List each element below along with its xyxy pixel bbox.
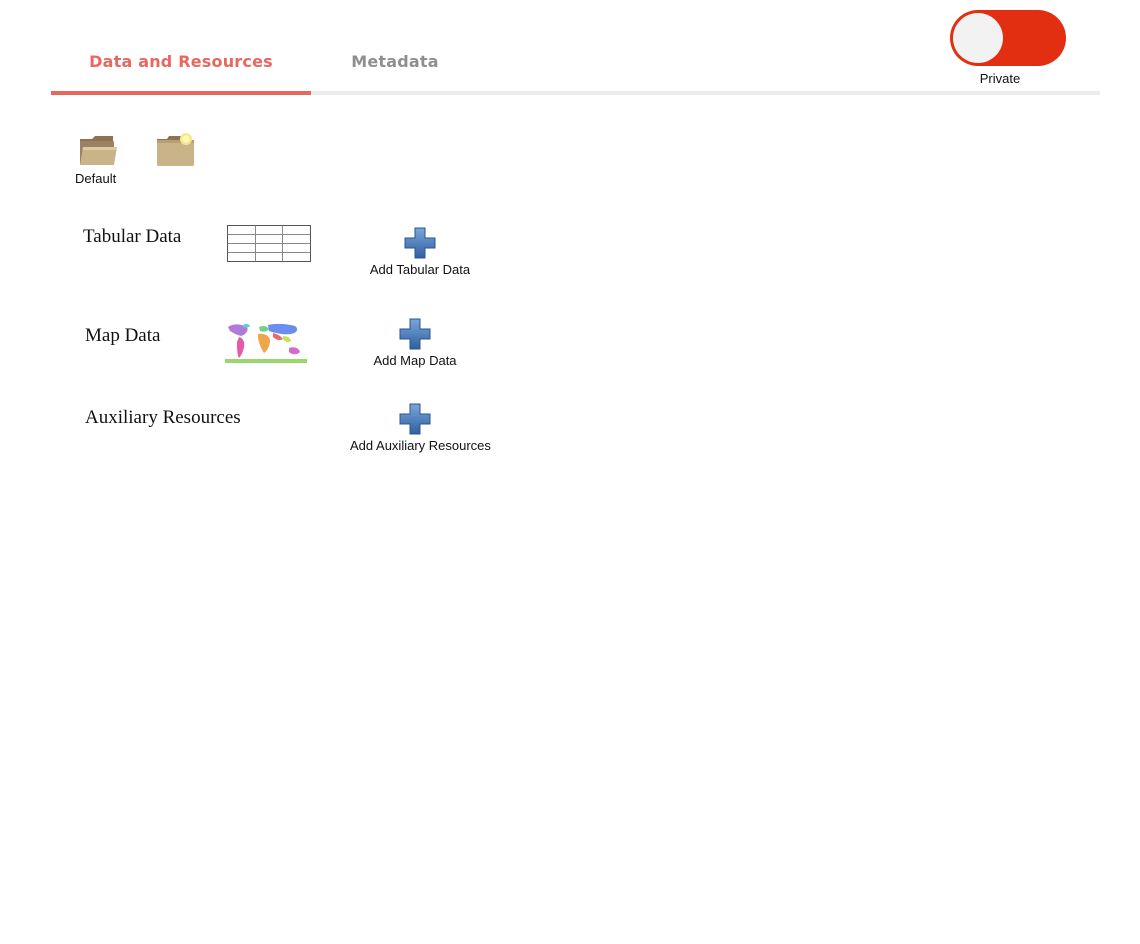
- new-folder-icon[interactable]: [156, 131, 196, 172]
- add-map-data-button[interactable]: Add Map Data: [360, 317, 470, 368]
- toggle-knob: [953, 13, 1003, 63]
- tab-data-and-resources[interactable]: Data and Resources: [51, 52, 311, 95]
- section-title-auxiliary-resources: Auxiliary Resources: [85, 407, 241, 428]
- add-tabular-data-button[interactable]: Add Tabular Data: [360, 226, 480, 277]
- tab-metadata[interactable]: Metadata: [311, 52, 479, 95]
- tab-label: Metadata: [351, 52, 439, 71]
- default-folder-label: Default: [75, 171, 117, 186]
- world-map-icon: [225, 321, 307, 368]
- add-auxiliary-resources-button[interactable]: Add Auxiliary Resources: [350, 402, 491, 453]
- plus-icon: [404, 227, 436, 259]
- section-title-tabular-data: Tabular Data: [83, 226, 182, 247]
- table-grid-icon: [227, 225, 312, 268]
- section-title-map-data: Map Data: [85, 325, 161, 346]
- private-toggle[interactable]: [950, 10, 1066, 66]
- add-auxiliary-resources-label: Add Auxiliary Resources: [350, 438, 491, 453]
- plus-icon: [399, 403, 431, 435]
- private-label: Private: [979, 71, 1021, 86]
- plus-icon: [399, 318, 431, 350]
- tab-label: Data and Resources: [89, 52, 273, 71]
- add-map-data-label: Add Map Data: [373, 353, 457, 368]
- open-folder-icon[interactable]: [78, 133, 118, 172]
- add-tabular-data-label: Add Tabular Data: [369, 262, 471, 277]
